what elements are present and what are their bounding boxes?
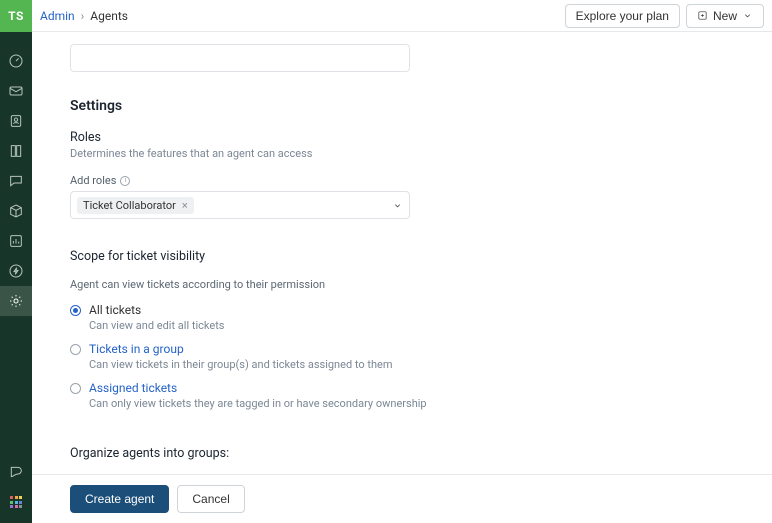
scope-desc: Agent can view tickets according to thei… (70, 278, 734, 291)
nav-contacts[interactable] (0, 106, 32, 136)
chart-icon (8, 233, 24, 249)
app-grid-icon (10, 496, 22, 508)
role-chip: Ticket Collaborator × (77, 197, 194, 214)
info-icon[interactable]: i (120, 176, 130, 186)
envelope-icon (8, 83, 24, 99)
radio-selected-icon (70, 305, 81, 316)
sidebar-nav: TS (0, 0, 32, 523)
explore-plan-button[interactable]: Explore your plan (565, 4, 680, 28)
freshworks-icon (8, 464, 24, 480)
nav-settings[interactable] (0, 286, 32, 316)
chip-remove-icon[interactable]: × (182, 200, 188, 211)
topbar: Admin › Agents Explore your plan New (32, 0, 772, 32)
nav-automation[interactable] (0, 256, 32, 286)
nav-app-switcher[interactable] (0, 487, 32, 517)
gear-icon (8, 293, 24, 309)
new-button-label: New (713, 9, 737, 23)
breadcrumb-current: Agents (90, 9, 128, 23)
new-button[interactable]: New (686, 4, 764, 28)
plus-square-icon (697, 10, 708, 21)
nav-freshworks[interactable] (0, 457, 32, 487)
nav-chat[interactable] (0, 166, 32, 196)
scope-option-all[interactable]: All tickets Can view and edit all ticket… (70, 303, 734, 332)
section-settings-title: Settings (70, 98, 734, 114)
book-icon (8, 143, 24, 159)
cancel-button[interactable]: Cancel (177, 485, 244, 513)
brand-logo[interactable]: TS (0, 0, 32, 32)
add-roles-label: Add roles i (70, 174, 734, 187)
scope-option-assigned[interactable]: Assigned tickets Can only view tickets t… (70, 381, 734, 410)
roles-label: Roles (70, 130, 734, 145)
scope-title: Scope for ticket visibility (70, 249, 734, 264)
radio-unselected-icon (70, 383, 81, 394)
roles-desc: Determines the features that an agent ca… (70, 147, 734, 160)
scope-option-group[interactable]: Tickets in a group Can view tickets in t… (70, 342, 734, 371)
lightning-icon (8, 263, 24, 279)
nav-inbox[interactable] (0, 76, 32, 106)
groups-title: Organize agents into groups: (70, 446, 734, 461)
create-agent-button[interactable]: Create agent (70, 485, 169, 513)
nav-reports[interactable] (0, 226, 32, 256)
nav-apps[interactable] (0, 196, 32, 226)
nav-knowledge[interactable] (0, 136, 32, 166)
gauge-icon (8, 53, 24, 69)
breadcrumb: Admin › Agents (40, 9, 128, 23)
roles-multiselect[interactable]: Ticket Collaborator × (70, 191, 410, 219)
chat-icon (8, 173, 24, 189)
chevron-down-icon[interactable] (392, 200, 403, 211)
contact-icon (8, 113, 24, 129)
nav-dashboard[interactable] (0, 46, 32, 76)
prior-field-input[interactable] (70, 44, 410, 72)
footer-actions: Create agent Cancel (32, 474, 772, 523)
chevron-down-icon (742, 10, 753, 21)
chevron-right-icon: › (81, 9, 85, 23)
cube-icon (8, 203, 24, 219)
breadcrumb-admin-link[interactable]: Admin (40, 9, 75, 23)
radio-unselected-icon (70, 344, 81, 355)
